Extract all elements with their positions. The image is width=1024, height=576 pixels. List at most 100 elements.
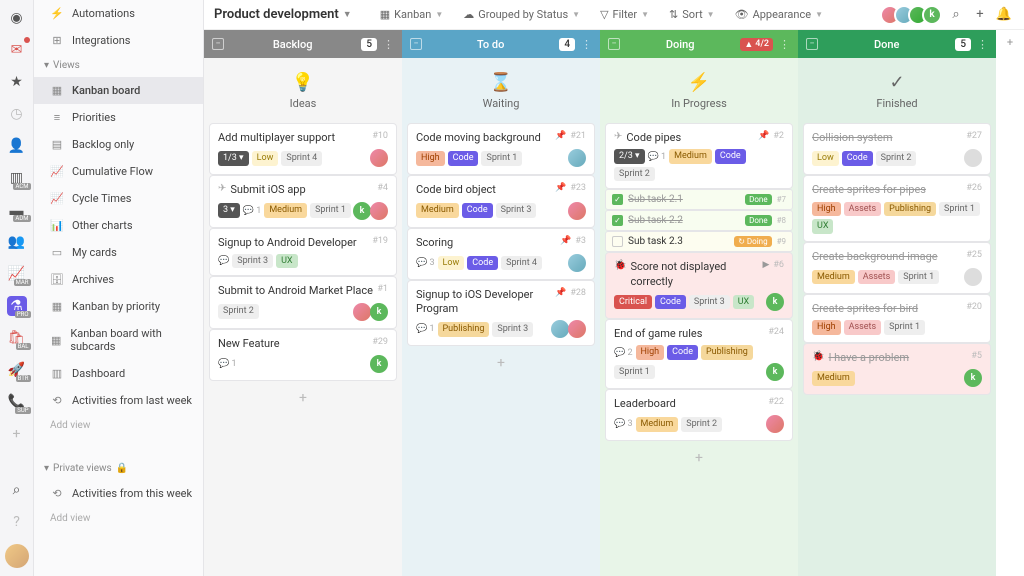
workspace-btr[interactable]: 🚀 <box>7 360 27 380</box>
card[interactable]: Submit to Android Market Place#1Sprint 2… <box>209 276 397 328</box>
tag: Sprint 1 <box>898 270 939 285</box>
card[interactable]: Create sprites for bird#20HighAssetsSpri… <box>803 294 991 343</box>
card[interactable]: Code moving background📌#21HighCodeSprint… <box>407 123 595 175</box>
filter[interactable]: ▽Filter▼ <box>592 4 657 25</box>
card[interactable]: 🐞Score not displayed correctly▶#6Critica… <box>605 252 793 319</box>
sidebar: ⚡Automations ⊞Integrations ▾Views ▦Kanba… <box>34 0 204 576</box>
add-icon[interactable]: + <box>970 7 990 22</box>
card[interactable]: Signup to iOS Developer Program📌#28💬 1Pu… <box>407 280 595 347</box>
automations-link[interactable]: ⚡Automations <box>34 0 203 27</box>
project-title[interactable]: Product development▼ <box>214 7 352 22</box>
add-card[interactable]: + <box>209 386 397 410</box>
appearance[interactable]: 👁Appearance▼ <box>727 4 831 25</box>
bell-icon[interactable]: 🔔 <box>994 7 1014 22</box>
add-card[interactable]: + <box>605 446 793 470</box>
assignee-avatar <box>964 268 982 286</box>
view-kanban-board[interactable]: ▦Kanban board <box>34 77 203 104</box>
assignee-avatar <box>568 202 586 220</box>
views-header[interactable]: ▾Views <box>34 54 203 77</box>
card[interactable]: 🐞I have a problem#5Mediumk <box>803 343 991 395</box>
comment-count: 💬 2 <box>614 348 633 358</box>
subtask[interactable]: Sub task 2.3↻ Doing#9 <box>605 231 793 252</box>
view-other-charts[interactable]: 📊Other charts <box>34 212 203 239</box>
view-cumulative-flow[interactable]: 📈Cumulative Flow <box>34 158 203 185</box>
card[interactable]: ✈Submit iOS app#43 ▾💬 1MediumSprint 1k <box>209 175 397 227</box>
lightbulb-icon: 💡 <box>292 72 314 93</box>
workspace-mar[interactable]: 📈 <box>7 264 27 284</box>
tag: Critical <box>614 295 652 310</box>
card[interactable]: Add multiplayer support#101/3 ▾LowSprint… <box>209 123 397 175</box>
card[interactable]: Collision system#27LowCodeSprint 2 <box>803 123 991 175</box>
add-private-view[interactable]: Add view <box>34 507 203 530</box>
card[interactable]: ✈Code pipes📌#22/3 ▾💬 1MediumCodeSprint 2 <box>605 123 793 189</box>
tag: Sprint 3 <box>232 254 273 269</box>
sort[interactable]: ⇅Sort▼ <box>661 4 723 25</box>
search-icon[interactable]: ⌕ <box>7 480 27 500</box>
workspace-team[interactable]: 👥 <box>7 232 27 252</box>
search-icon[interactable]: ⌕ <box>946 7 966 22</box>
tag: Medium <box>264 203 307 218</box>
member-avatars[interactable]: k <box>886 5 942 25</box>
subtask[interactable]: ✓Sub task 2.1Done#7 <box>605 189 793 210</box>
card[interactable]: New Feature#29💬 1k <box>209 329 397 381</box>
view-priorities[interactable]: ≡Priorities <box>34 104 203 131</box>
tag: Code <box>467 256 498 271</box>
inbox-icon[interactable]: ✉ <box>7 40 27 60</box>
view-activities-from-last-week[interactable]: ⟲Activities from last week <box>34 387 203 414</box>
add-column[interactable]: + <box>996 30 1024 576</box>
add-workspace-icon[interactable]: + <box>7 424 27 444</box>
card[interactable]: End of game rules#24💬 2HighCodePublishin… <box>605 319 793 389</box>
logo-icon[interactable]: ◉ <box>7 8 27 28</box>
checkbox-icon[interactable]: ✓ <box>612 194 623 205</box>
star-icon[interactable]: ★ <box>7 72 27 92</box>
card[interactable]: Signup to Android Developer#19💬 Sprint 3… <box>209 228 397 277</box>
checkbox-icon[interactable]: ✓ <box>612 215 623 226</box>
checkbox-icon[interactable] <box>612 236 623 247</box>
card[interactable]: Leaderboard#22💬 3MediumSprint 2 <box>605 389 793 441</box>
subtask[interactable]: ✓Sub task 2.2Done#8 <box>605 210 793 231</box>
assignee-avatar <box>568 254 586 272</box>
workspace-pro[interactable]: ⚗ <box>7 296 27 316</box>
view-kanban-board-with-subcards[interactable]: ▦Kanban board with subcards <box>34 320 203 360</box>
private-views-header[interactable]: ▾Private views 🔒 <box>34 457 203 480</box>
assignee-avatar <box>568 149 586 167</box>
card[interactable]: Code bird object📌#23MediumCodeSprint 3 <box>407 175 595 227</box>
card[interactable]: Create background image#25MediumAssetsSp… <box>803 242 991 294</box>
card[interactable]: Scoring📌#3💬 3LowCodeSprint 4 <box>407 228 595 280</box>
help-icon[interactable]: ? <box>7 512 27 532</box>
group-by[interactable]: ☁Grouped by Status▼ <box>455 4 588 25</box>
tag: Publishing <box>438 322 490 337</box>
comment-count: 💬 3 <box>416 258 435 268</box>
tag: Sprint 3 <box>492 322 533 337</box>
private-view[interactable]: ⟲Activities from this week <box>34 480 203 507</box>
card[interactable]: Create sprites for pipes#26HighAssetsPub… <box>803 175 991 241</box>
view-kanban-by-priority[interactable]: ▦Kanban by priority <box>34 293 203 320</box>
user-avatar[interactable] <box>5 544 29 568</box>
workspace-sup[interactable]: 📞 <box>7 392 27 412</box>
view-cycle-times[interactable]: 📈Cycle Times <box>34 185 203 212</box>
add-view[interactable]: Add view <box>34 414 203 437</box>
view-backlog-only[interactable]: ▤Backlog only <box>34 131 203 158</box>
tag: Sprint 3 <box>496 203 537 218</box>
column-menu[interactable]: ⋮ <box>383 38 394 51</box>
workspace-bal[interactable]: 🛍 <box>7 328 27 348</box>
view-my-cards[interactable]: ▭My cards <box>34 239 203 266</box>
tag: Low <box>252 151 279 166</box>
workspace-acm[interactable]: ▥ <box>7 168 27 188</box>
view-switcher[interactable]: ▦Kanban▼ <box>372 4 452 25</box>
view-archives[interactable]: 🗄Archives <box>34 266 203 293</box>
comment-count: 💬 1 <box>218 359 237 369</box>
column-menu[interactable]: ⋮ <box>977 38 988 51</box>
tag: Medium <box>669 149 712 164</box>
view-dashboard[interactable]: ▥Dashboard <box>34 360 203 387</box>
integrations-link[interactable]: ⊞Integrations <box>34 27 203 54</box>
add-card[interactable]: + <box>407 351 595 375</box>
column-menu[interactable]: ⋮ <box>581 38 592 51</box>
progress-badge: 1/3 ▾ <box>218 151 249 166</box>
workspace-adm[interactable]: ▬ <box>7 200 27 220</box>
user-icon[interactable]: 👤 <box>7 136 27 156</box>
progress-badge: 3 ▾ <box>218 203 240 218</box>
clock-icon[interactable]: ◷ <box>7 104 27 124</box>
check-icon: ✓ <box>889 72 904 93</box>
column-menu[interactable]: ⋮ <box>779 38 790 51</box>
